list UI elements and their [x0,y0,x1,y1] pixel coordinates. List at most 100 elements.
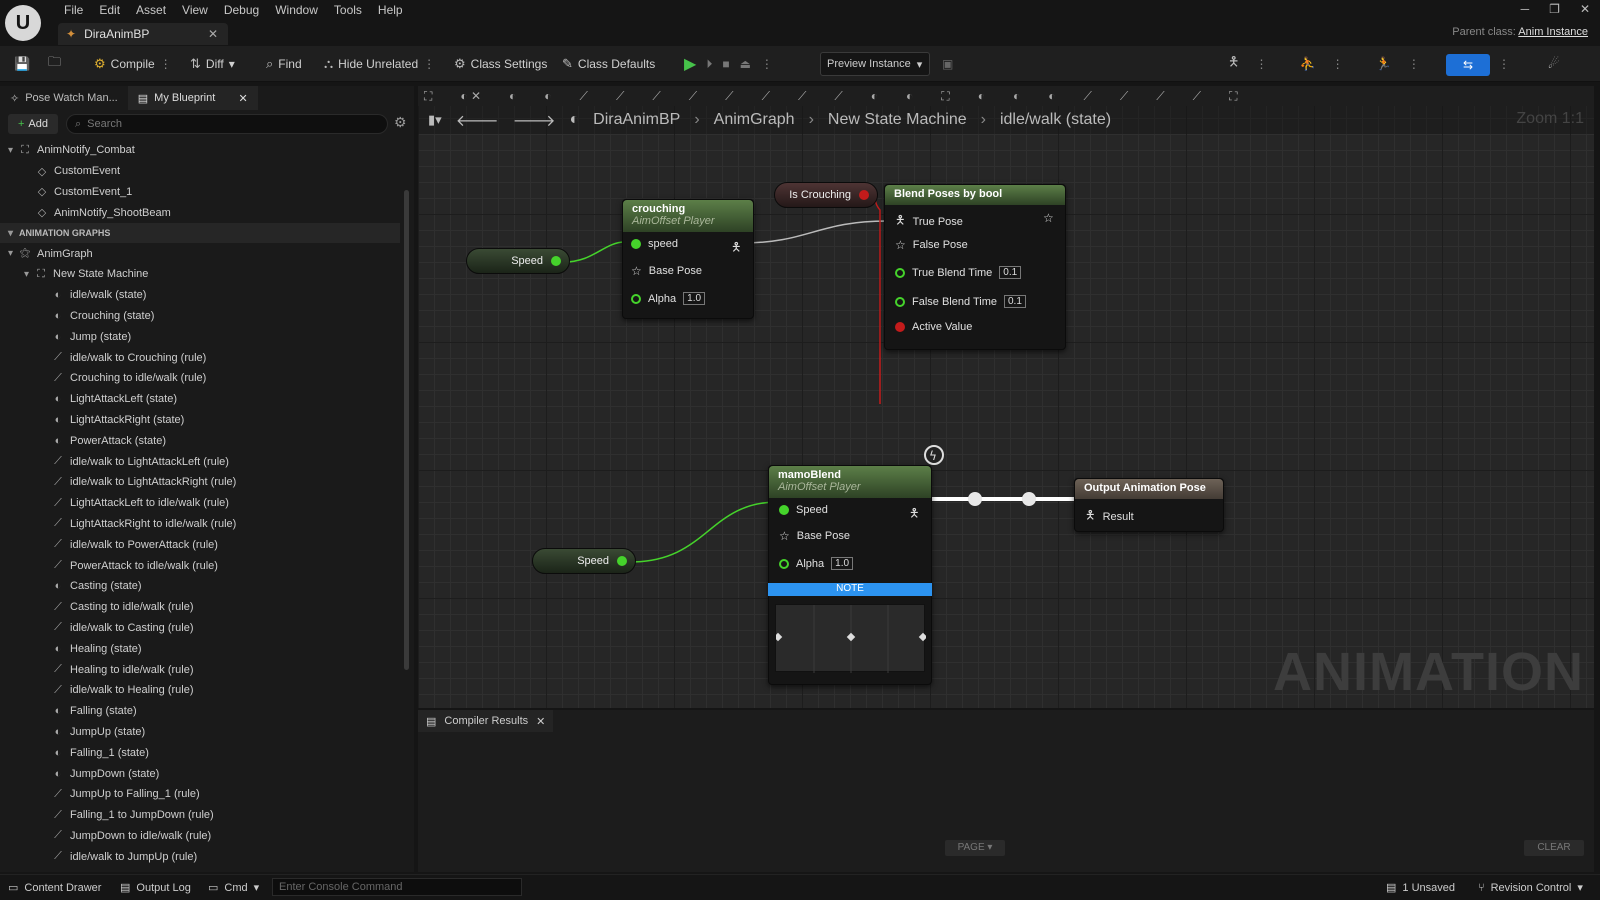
animation-icon[interactable]: 🏃 [1376,56,1392,72]
speed-variable-node[interactable]: Speed [532,548,636,574]
step-icon[interactable]: ⏵ [706,57,712,72]
eject-icon[interactable]: ⏏ [740,57,751,71]
menu-window[interactable]: Window [267,2,326,18]
content-drawer-button[interactable]: ▭ Content Drawer [8,881,101,895]
expand-arrow-icon[interactable]: ▾ [8,228,13,239]
tree-item[interactable]: ⟋ Casting to idle/walk (rule) [0,597,400,618]
unsaved-button[interactable]: ▤ 1 Unsaved [1386,881,1455,895]
close-window-icon[interactable]: ✕ [1580,2,1590,16]
tree-item[interactable]: ◐ Healing (state) [0,638,400,659]
alpha-value-input[interactable]: 1.0 [831,557,854,570]
alpha-value-input[interactable]: 1.0 [683,292,706,305]
base-pose-pin[interactable]: ☆ Base Pose [779,529,850,543]
revision-control-button[interactable]: ⑂ Revision Control ▾ [1478,881,1583,895]
true-blend-time-pin[interactable]: True Blend Time 0.1 [895,266,1022,279]
document-tab[interactable]: ✦ DiraAnimBP ✕ [58,23,228,45]
crouching-aimoffset-node[interactable]: crouching AimOffset Player speed 🯅 ☆ Bas… [622,199,754,319]
clear-button[interactable]: CLEAR [1524,840,1584,856]
tree-item[interactable]: ⟋ idle/walk to JumpUp (rule) [0,846,400,867]
tree-item[interactable]: ⟋ Crouching to idle/walk (rule) [0,368,400,389]
hide-unrelated-button[interactable]: ⛬ Hide Unrelated ⋮ [324,54,435,74]
menu-file[interactable]: File [56,2,91,18]
more-options-icon[interactable]: ⋮ [423,57,435,71]
base-pose-pin[interactable]: ☆ Base Pose [631,264,702,278]
tree-item[interactable]: ⟋ PowerAttack to idle/walk (rule) [0,555,400,576]
console-input[interactable]: Enter Console Command [272,878,522,896]
tree-item[interactable]: ⟋ idle/walk to Healing (rule) [0,680,400,701]
tree-item[interactable]: ▾ ⛶ AnimNotify_Combat [0,140,400,161]
mesh-icon[interactable]: ⛹ [1299,56,1315,72]
tree-item[interactable]: ◐ JumpDown (state) [0,763,400,784]
unreal-logo-icon[interactable]: U [5,5,41,41]
tree-item[interactable]: ⟋ LightAttackRight to idle/walk (rule) [0,514,400,535]
expand-arrow-icon[interactable]: ▾ [8,248,13,259]
pose-output-pin-icon[interactable]: ☆ [1043,211,1054,225]
tree-item[interactable]: ⟋ idle/walk to Casting (rule) [0,618,400,639]
reroute-node[interactable] [968,492,982,506]
tab-pose-watch[interactable]: ✧ Pose Watch Man... [0,86,128,110]
true-blend-time-input[interactable]: 0.1 [999,266,1022,279]
menu-help[interactable]: Help [370,2,411,18]
blueprint-mode-button[interactable]: ⇆ [1446,54,1490,76]
more-options-icon[interactable]: ⋮ [761,57,773,71]
false-blend-time-pin[interactable]: False Blend Time 0.1 [895,295,1026,308]
search-input[interactable]: ⌕ Search [66,114,388,134]
blend-poses-by-bool-node[interactable]: Blend Poses by bool 🯅 True Pose ☆ ☆ Fals… [884,184,1066,350]
more-options-icon[interactable]: ⋮ [1332,57,1344,71]
menu-edit[interactable]: Edit [91,2,128,18]
browse-icon[interactable]: 🗀 [48,54,61,74]
tree-item[interactable]: ◐ idle/walk (state) [0,285,400,306]
tree-item[interactable]: ⟋ idle/walk to LightAttackRight (rule) [0,472,400,493]
result-pin[interactable]: 🯅 Result [1085,506,1134,527]
minimize-icon[interactable]: ─ [1521,2,1530,16]
active-value-pin[interactable]: Active Value [895,321,972,333]
section-header[interactable]: ▾ ANIMATION GRAPHS [0,223,400,244]
tree-item[interactable]: ⟋ JumpDown to idle/walk (rule) [0,826,400,847]
pose-output-pin-icon[interactable]: 🯅 [909,504,920,525]
speed-variable-node[interactable]: Speed [466,248,570,274]
find-button[interactable]: ⌕ Find [266,54,302,74]
play-icon[interactable]: ▶ [684,54,696,74]
output-animation-pose-node[interactable]: Output Animation Pose 🯅 Result [1074,478,1224,532]
parent-class-link[interactable]: Anim Instance [1518,26,1588,38]
output-log-button[interactable]: ▤ Output Log [120,881,191,895]
graph-editor[interactable]: ⛶ ◐ ✕ ◐ ◐ ⟋ ⟋ ⟋ ⟋ ⟋ ⟋ ⟋ ⟋ ◐ ◐ ⛶ ◐ ◐ ◐ ⟋ … [418,86,1594,708]
tree-item[interactable]: ◇ CustomEvent_1 [0,182,400,203]
tab-compiler-results[interactable]: ▤ Compiler Results ✕ [418,710,554,732]
tree-item[interactable]: ⟋ JumpUp to Falling_1 (rule) [0,784,400,805]
false-pose-pin[interactable]: ☆ False Pose [895,238,968,252]
reroute-node[interactable] [1022,492,1036,506]
compile-button[interactable]: ⚙ Compile ⋮ [94,54,172,74]
preview-instance-dropdown[interactable]: Preview Instance ▾ [820,52,930,76]
tree-item[interactable]: ◐ LightAttackLeft (state) [0,389,400,410]
more-options-icon[interactable]: ⋮ [1408,57,1420,71]
add-button[interactable]: + Add [8,114,58,134]
expand-arrow-icon[interactable]: ▾ [8,145,13,156]
tree-item[interactable]: ⟋ LightAttackLeft to idle/walk (rule) [0,493,400,514]
tree-item[interactable]: ⟋ idle/walk to LightAttackLeft (rule) [0,451,400,472]
close-icon[interactable]: ✕ [536,715,545,728]
tree-item[interactable]: ⟋ idle/walk to PowerAttack (rule) [0,534,400,555]
more-options-icon[interactable]: ⋮ [1255,57,1267,71]
diff-button[interactable]: ⇅ Diff ▾ [190,54,235,74]
tree-item[interactable]: ◐ PowerAttack (state) [0,430,400,451]
tree-item[interactable]: ◇ AnimNotify_ShootBeam [0,202,400,223]
close-icon[interactable]: ✕ [239,92,248,105]
tree-item[interactable]: ◐ LightAttackRight (state) [0,410,400,431]
skeleton-icon[interactable]: 🯅 [1228,53,1239,75]
alpha-pin[interactable]: Alpha 1.0 [779,557,854,570]
class-defaults-button[interactable]: ✎ Class Defaults [562,54,655,74]
tree-item[interactable]: ◇ CustomEvent [0,161,400,182]
is-crouching-variable-node[interactable]: Is Crouching [774,182,878,208]
output-pin[interactable] [551,256,561,266]
menu-debug[interactable]: Debug [216,2,267,18]
physics-icon[interactable]: ☄ [1548,54,1560,74]
debug-filter-icon[interactable]: ▣ [942,54,953,74]
menu-view[interactable]: View [174,2,216,18]
output-pin[interactable] [617,556,627,566]
tree-item[interactable]: ⟋ idle/walk to Crouching (rule) [0,347,400,368]
tree-item[interactable]: ⟋ Healing to idle/walk (rule) [0,659,400,680]
speed-pin[interactable]: speed [631,238,678,250]
stop-icon[interactable]: ■ [722,57,729,71]
tree-item[interactable]: ◐ Jump (state) [0,326,400,347]
